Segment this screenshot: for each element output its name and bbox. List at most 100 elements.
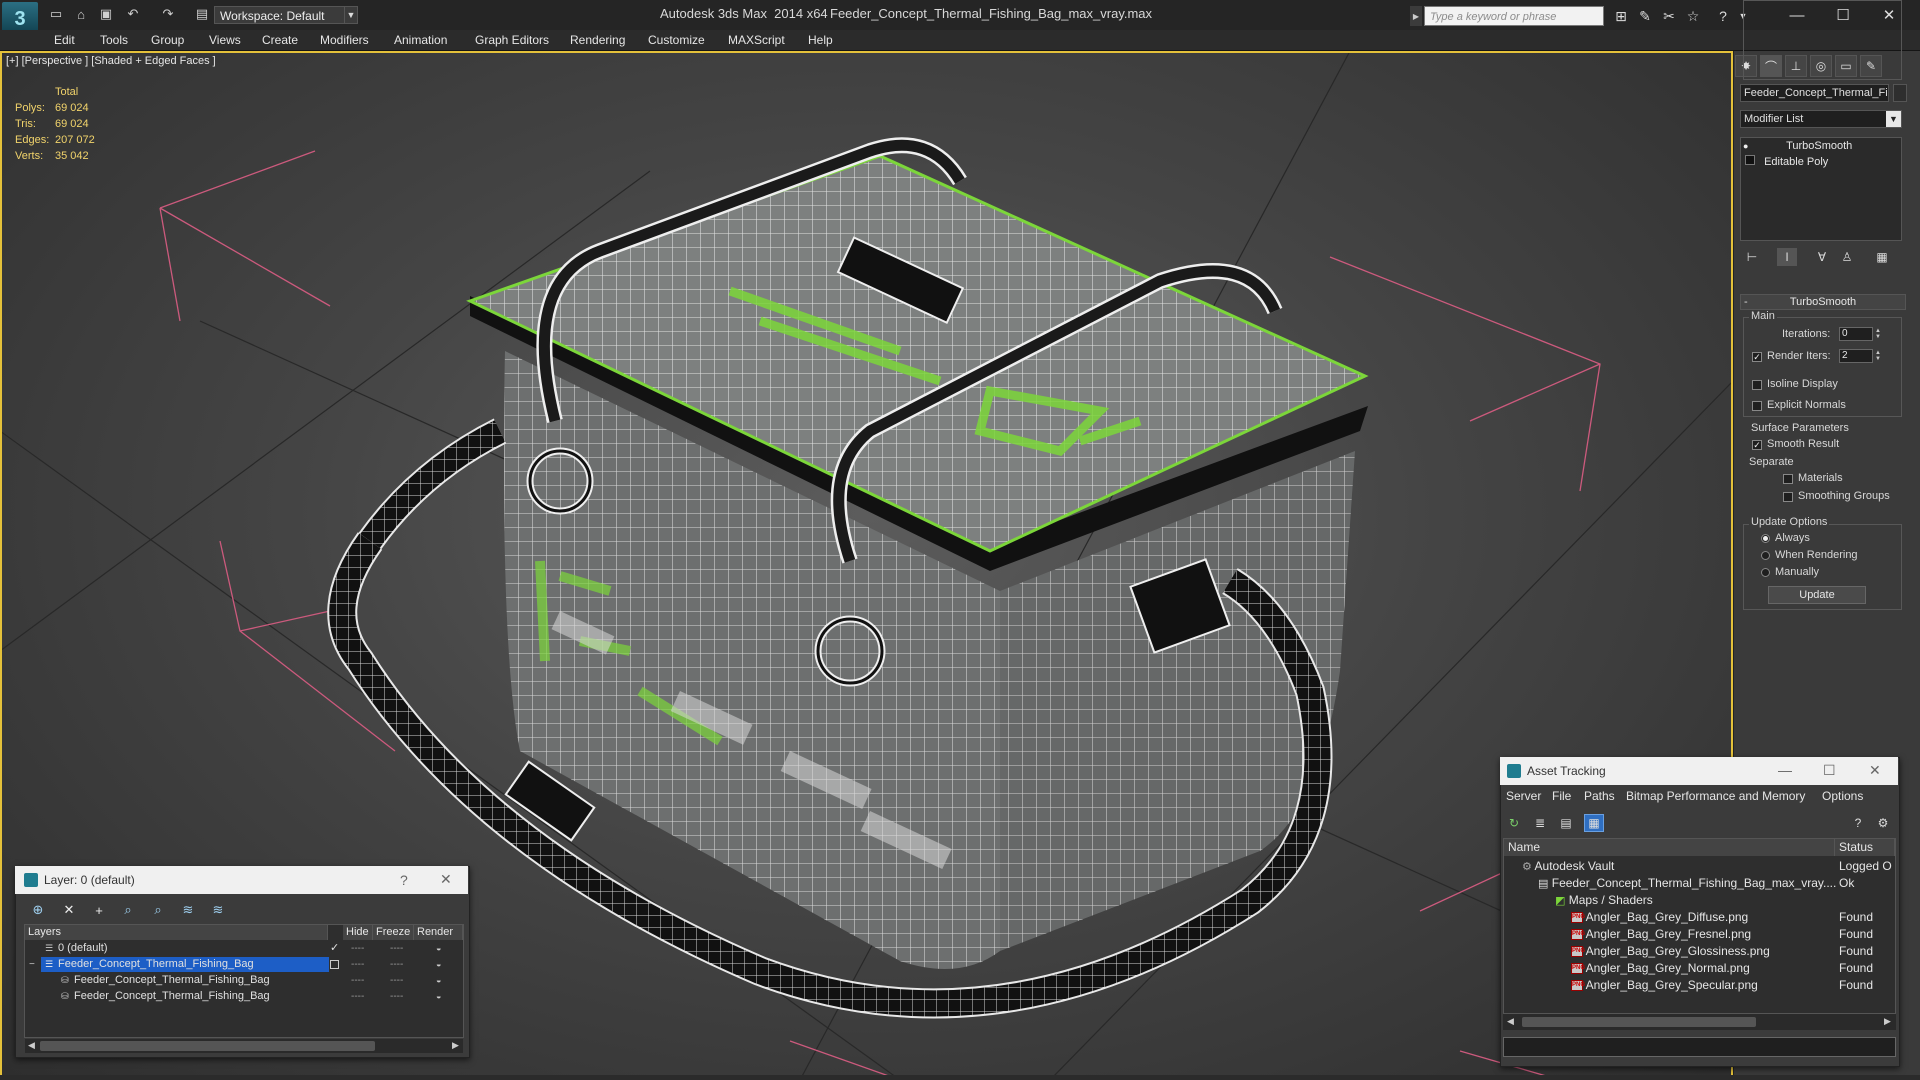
checkmark-icon[interactable]: ✓ [330,941,339,956]
settings-icon[interactable]: ⚙ [1873,814,1893,832]
expand-icon[interactable] [1745,155,1755,165]
menu-edit[interactable]: Edit [54,33,75,47]
viewport-label[interactable]: [+] [Perspective ] [Shaded + Edged Faces… [6,55,216,67]
make-unique-icon[interactable]: ∀ [1812,248,1832,266]
spinner-arrows-icon[interactable]: ▲ ▼ [1874,349,1882,363]
explicit-normals-checkbox[interactable] [1752,401,1762,411]
rollout-collapse-icon[interactable]: - [1744,296,1748,308]
update-button[interactable]: Update [1768,586,1866,604]
column-freeze[interactable]: Freeze [373,925,414,940]
asset-row[interactable]: ◩ Maps / Shaders [1555,892,1653,909]
minimize-icon[interactable]: — [1778,762,1792,778]
scroll-right-icon[interactable]: ▶ [1884,1016,1891,1027]
menu-animation[interactable]: Animation [394,33,447,47]
collapse-icon[interactable]: − [29,957,35,972]
asset-menu-bitmap-performance[interactable]: Bitmap Performance and Memory [1626,789,1805,803]
save-icon[interactable]: ▣ [98,6,114,22]
object-color-swatch[interactable] [1893,84,1907,102]
column-hide[interactable]: Hide [343,925,373,940]
asset-menu-file[interactable]: File [1552,789,1571,803]
object-name-field[interactable]: Feeder_Concept_Thermal_Fis [1740,84,1889,102]
stack-item-editable-poly[interactable]: Editable Poly [1743,155,1898,169]
layer-row[interactable]: ☰ 0 (default) ✓ ---- ---- ◒ [25,941,463,956]
iterations-spinner[interactable]: 0 [1839,327,1873,341]
favorites-icon[interactable]: ☆ [1684,7,1702,25]
layer-row[interactable]: ⛁ Feeder_Concept_Thermal_Fishing_Bag ---… [25,973,463,988]
delete-layer-icon[interactable]: ✕ [59,901,79,919]
manually-radio[interactable] [1761,568,1770,577]
render-teapot-icon[interactable]: ◒ [436,957,441,972]
freeze-toggle[interactable]: ---- [390,973,403,988]
communication-icon[interactable]: ✂ [1660,7,1678,25]
undo-icon[interactable]: ↶ [125,6,141,22]
chevron-down-icon[interactable]: ▼ [1886,111,1901,127]
asset-menu-options[interactable]: Options [1822,789,1863,803]
refresh-icon[interactable]: ↻ [1504,814,1524,832]
asset-row[interactable]: PNG Angler_Bag_Grey_Diffuse.png [1571,909,1748,926]
help-icon[interactable]: ? [1714,7,1732,25]
scrollbar-thumb[interactable] [1522,1017,1756,1027]
remove-modifier-icon[interactable]: ♙ [1837,248,1857,266]
column-status[interactable]: Status [1835,839,1895,856]
asset-row[interactable]: PNG Angler_Bag_Grey_Normal.png [1571,960,1750,977]
when-rendering-radio[interactable] [1761,551,1770,560]
layer-row[interactable]: − ☰ Feeder_Concept_Thermal_Fishing_Bag -… [25,957,463,972]
redo-icon[interactable]: ↷ [160,6,176,22]
asset-row[interactable]: PNG Angler_Bag_Grey_Specular.png [1571,977,1758,994]
show-end-result-icon[interactable]: I [1777,248,1797,266]
close-icon[interactable]: ✕ [1869,762,1881,779]
hide-toggle[interactable]: ---- [351,989,364,1004]
freeze-all-icon[interactable]: ≋ [208,901,228,919]
isoline-display-checkbox[interactable] [1752,380,1762,390]
menu-rendering[interactable]: Rendering [570,33,625,47]
add-to-layer-icon[interactable]: + [89,901,109,919]
scroll-left-icon[interactable]: ◀ [1507,1016,1514,1027]
subscription-icon[interactable]: ✎ [1636,7,1654,25]
spinner-arrows-icon[interactable]: ▲ ▼ [1874,327,1882,341]
freeze-toggle[interactable]: ---- [390,957,403,972]
expand-icon[interactable]: ▶ [1410,6,1422,26]
hide-toggle[interactable]: ---- [351,941,364,956]
render-iters-checkbox[interactable]: ✓ [1752,352,1762,362]
chevron-down-icon[interactable]: ▼ [344,6,358,24]
menu-tools[interactable]: Tools [100,33,128,47]
configure-sets-icon[interactable]: ▦ [1872,248,1892,266]
render-teapot-icon[interactable]: ◒ [436,989,441,1004]
freeze-toggle[interactable]: ---- [390,989,403,1004]
modifier-list-dropdown[interactable]: Modifier List [1740,110,1902,128]
hide-toggle[interactable]: ---- [351,957,364,972]
open-file-icon[interactable]: ⌂ [73,6,89,22]
pin-stack-icon[interactable]: ⊢ [1742,248,1762,266]
search-input[interactable]: Type a keyword or phrase [1424,6,1604,26]
thumbnail-view-icon[interactable]: ▤ [1556,814,1576,832]
menu-views[interactable]: Views [209,33,241,47]
menu-customize[interactable]: Customize [648,33,705,47]
menu-modifiers[interactable]: Modifiers [320,33,369,47]
list-view-icon[interactable]: ≣ [1530,814,1550,832]
asset-path-field[interactable] [1503,1037,1896,1057]
freeze-toggle[interactable]: ---- [390,941,403,956]
help-icon[interactable]: ? [400,872,408,888]
smooth-result-checkbox[interactable]: ✓ [1752,440,1762,450]
current-layer-box[interactable] [330,960,339,969]
render-teapot-icon[interactable]: ◒ [436,973,441,988]
hold-icon[interactable]: ▤ [194,6,210,22]
menu-graph-editors[interactable]: Graph Editors [475,33,549,47]
table-view-icon[interactable]: ▦ [1584,814,1604,832]
asset-row[interactable]: PNG Angler_Bag_Grey_Fresnel.png [1571,926,1751,943]
column-render[interactable]: Render [414,925,463,940]
render-iters-spinner[interactable]: 2 [1839,349,1873,363]
render-teapot-icon[interactable]: ◒ [436,941,441,956]
asset-row[interactable]: PNG Angler_Bag_Grey_Glossiness.png [1571,943,1770,960]
asset-menu-server[interactable]: Server [1506,789,1541,803]
rollout-turbosmooth[interactable]: TurboSmooth [1740,294,1906,310]
highlight-layer-icon[interactable]: ⌕ [148,901,168,919]
help-icon[interactable]: ? [1848,814,1868,832]
close-icon[interactable]: ✕ [440,871,452,888]
new-layer-icon[interactable]: ⊕ [28,901,48,919]
column-name[interactable]: Name [1504,839,1835,856]
asset-row[interactable]: ▤ Feeder_Concept_Thermal_Fishing_Bag_max… [1538,875,1836,892]
column-layers[interactable]: Layers [25,925,328,940]
scroll-left-icon[interactable]: ◀ [28,1040,35,1051]
select-objects-icon[interactable]: ⌕ [118,901,138,919]
